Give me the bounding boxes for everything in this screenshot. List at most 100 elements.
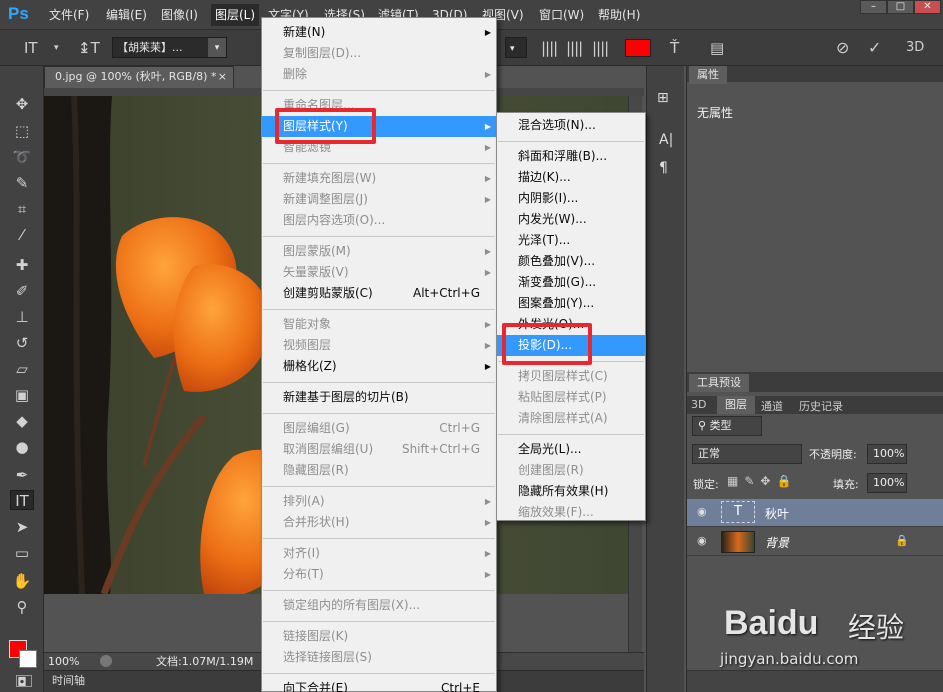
menu-3[interactable]: 图层(L)	[211, 4, 260, 26]
history-brush-tool-icon[interactable]: ↺	[10, 333, 34, 353]
layer-menu-item[interactable]: 隐藏图层(R)	[262, 460, 496, 481]
style-submenu-item[interactable]: 全局光(L)...	[497, 439, 645, 460]
warp-text-icon[interactable]: Ť	[670, 39, 679, 57]
stamp-tool-icon[interactable]: ⊥	[10, 307, 34, 327]
lock-icons[interactable]: ▦✎✥🔒	[727, 474, 797, 488]
background-color-swatch[interactable]	[19, 650, 37, 668]
layer-menu-item[interactable]: 复制图层(D)...	[262, 43, 496, 64]
align-center-icon[interactable]: ||||	[566, 39, 583, 57]
close-button[interactable]: ✕	[914, 0, 941, 14]
layer-menu-item[interactable]: 新建(N) ▶	[262, 22, 496, 43]
layer-menu-item[interactable]: 栅格化(Z) ▶	[262, 356, 496, 377]
layer-menu-item[interactable]: 智能对象 ▶	[262, 314, 496, 335]
layer-menu-item[interactable]: 合并形状(H) ▶	[262, 512, 496, 533]
layer-menu-item[interactable]: 取消图层编组(U) Shift+Ctrl+G	[262, 439, 496, 460]
blend-mode-select[interactable]: 正常	[692, 444, 802, 464]
style-submenu-item[interactable]: 清除图层样式(A)	[497, 408, 645, 429]
antialias-select[interactable]: ▾	[505, 37, 527, 58]
layer-menu-item[interactable]: 矢量蒙版(V) ▶	[262, 262, 496, 283]
menu-0[interactable]: 文件(F)	[47, 6, 91, 24]
gradient-tool-icon[interactable]: ▣	[10, 385, 34, 405]
style-submenu-item[interactable]: 隐藏所有效果(H)	[497, 481, 645, 502]
layer-menu-item[interactable]: 锁定组内的所有图层(X)...	[262, 595, 496, 616]
character-panel-icon[interactable]: A|	[659, 132, 673, 148]
commit-icon[interactable]: ✓	[868, 39, 881, 57]
minimize-button[interactable]: –	[860, 0, 887, 14]
hand-tool-icon[interactable]: ✋	[10, 571, 34, 591]
layer-row-text[interactable]: ◉ T 秋叶	[687, 499, 943, 527]
brush-tool-icon[interactable]: ✐	[10, 281, 34, 301]
tab-3d[interactable]: 3D	[691, 398, 706, 411]
3d-button[interactable]: 3D	[906, 39, 924, 57]
layer-menu-item[interactable]: 选择链接图层(S)	[262, 647, 496, 668]
layer-name[interactable]: 秋叶	[765, 505, 789, 522]
tab-layers[interactable]: 图层	[717, 396, 755, 414]
eye-icon[interactable]: ◉	[697, 534, 707, 547]
layer-menu-item[interactable]: 图层编组(G) Ctrl+G	[262, 418, 496, 439]
layer-menu-item[interactable]: 新建调整图层(J) ▶	[262, 189, 496, 210]
close-tab-icon[interactable]: ×	[218, 67, 227, 87]
opacity-input[interactable]: 100%	[867, 444, 907, 464]
timeline-tab[interactable]: 时间轴	[52, 671, 85, 691]
align-right-icon[interactable]: ||||	[592, 39, 609, 57]
layer-menu-item[interactable]: 删除 ▶	[262, 64, 496, 85]
move-tool-icon[interactable]: ✥	[10, 94, 34, 114]
layer-filter-select[interactable]: ⚲ 类型	[692, 416, 762, 436]
style-submenu-item[interactable]: 缩放效果(F)...	[497, 502, 645, 523]
eraser-tool-icon[interactable]: ▱	[10, 359, 34, 379]
style-submenu-item[interactable]: 内阴影(I)...	[497, 188, 645, 209]
crop-tool-icon[interactable]: ⌗	[10, 199, 34, 219]
tool-presets-tab[interactable]: 工具预设	[689, 374, 749, 392]
tab-channels[interactable]: 通道	[761, 398, 783, 414]
lasso-tool-icon[interactable]: ➰	[10, 147, 34, 167]
layer-menu-item[interactable]: 链接图层(K)	[262, 626, 496, 647]
text-color-swatch[interactable]	[625, 39, 651, 57]
marquee-tool-icon[interactable]: ⬚	[10, 121, 34, 141]
eye-icon[interactable]: ◉	[697, 505, 707, 518]
menu-2[interactable]: 图像(I)	[159, 6, 200, 24]
layer-menu-item[interactable]: 图层蒙版(M) ▶	[262, 241, 496, 262]
style-submenu-item[interactable]: 图案叠加(Y)...	[497, 293, 645, 314]
layer-menu-item[interactable]: 分布(T) ▶	[262, 564, 496, 585]
style-submenu-item[interactable]: 内发光(W)...	[497, 209, 645, 230]
tab-history[interactable]: 历史记录	[799, 398, 843, 414]
menu-1[interactable]: 编辑(E)	[104, 6, 149, 24]
history-panel-icon[interactable]: ⊞	[657, 90, 669, 106]
style-submenu-item[interactable]: 创建图层(R)	[497, 460, 645, 481]
layer-row-background[interactable]: ◉ 背景 🔒	[687, 528, 943, 556]
zoom-tool-icon[interactable]: ⚲	[10, 597, 34, 617]
layer-menu-item[interactable]: 图层内容选项(O)...	[262, 210, 496, 231]
layer-menu-item[interactable]: 排列(A) ▶	[262, 491, 496, 512]
maximize-button[interactable]: □	[887, 0, 914, 14]
blur-tool-icon[interactable]: ◆	[10, 411, 34, 431]
path-select-tool-icon[interactable]: ➤	[10, 517, 34, 537]
type-tool-icon[interactable]: IT	[24, 39, 38, 57]
layer-menu-item[interactable]: 向下合并(E) Ctrl+E	[262, 678, 496, 692]
font-family-select[interactable]: 【胡苿苿】... ▾	[112, 37, 227, 58]
chevron-down-icon[interactable]: ▾	[54, 39, 59, 57]
properties-tab[interactable]: 属性	[689, 66, 727, 84]
style-submenu-item[interactable]: 斜面和浮雕(B)...	[497, 146, 645, 167]
status-menu-icon[interactable]	[100, 655, 112, 667]
document-tab[interactable]: 0.jpg @ 100% (秋叶, RGB/8) * ×	[44, 66, 234, 88]
pen-tool-icon[interactable]: ✒	[10, 465, 34, 485]
style-submenu-item[interactable]: 混合选项(N)...	[497, 115, 645, 136]
menu-10[interactable]: 帮助(H)	[596, 6, 642, 24]
rectangle-tool-icon[interactable]: ▭	[10, 543, 34, 563]
layer-menu-item[interactable]: 创建剪贴蒙版(C) Alt+Ctrl+G	[262, 283, 496, 304]
eyedropper-tool-icon[interactable]: ⁄	[10, 225, 34, 245]
character-panel-icon[interactable]: ▤	[710, 39, 724, 57]
quick-select-tool-icon[interactable]: ✎	[10, 173, 34, 193]
layer-menu-item[interactable]: 新建基于图层的切片(B)	[262, 387, 496, 408]
orientation-toggle-icon[interactable]: ↨T	[78, 39, 100, 57]
layer-menu-item[interactable]: 新建填充图层(W) ▶	[262, 168, 496, 189]
timeline-icon[interactable]	[16, 675, 32, 687]
zoom-level[interactable]: 100%	[48, 653, 79, 670]
layer-menu-item[interactable]: 视频图层 ▶	[262, 335, 496, 356]
style-submenu-item[interactable]: 粘贴图层样式(P)	[497, 387, 645, 408]
align-left-icon[interactable]: ||||	[541, 39, 558, 57]
cancel-icon[interactable]: ⊘	[836, 39, 849, 57]
style-submenu-item[interactable]: 颜色叠加(V)...	[497, 251, 645, 272]
layer-name[interactable]: 背景	[765, 534, 789, 551]
style-submenu-item[interactable]: 描边(K)...	[497, 167, 645, 188]
